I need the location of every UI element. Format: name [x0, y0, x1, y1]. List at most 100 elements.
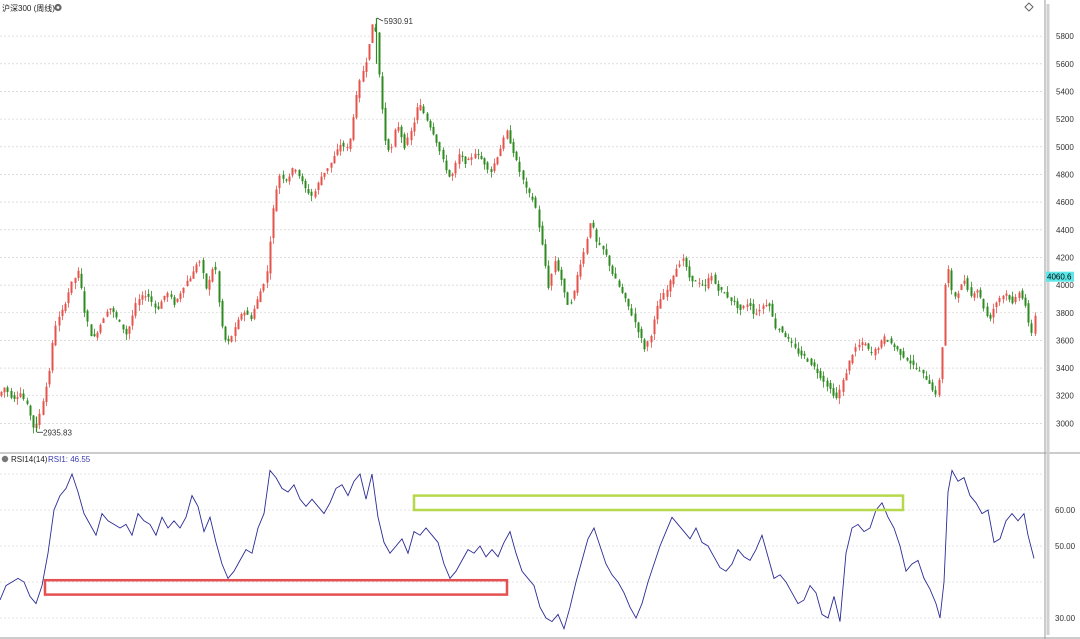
candle-body — [973, 293, 976, 298]
candle-body — [522, 170, 525, 180]
candle-body — [509, 130, 512, 144]
candle-body — [506, 130, 509, 139]
candle-body — [854, 347, 857, 352]
candle-body — [992, 308, 995, 318]
candle-body — [896, 346, 899, 350]
candle-body — [195, 264, 198, 273]
candle-body — [496, 157, 499, 165]
candle-body — [928, 380, 931, 384]
current-price-badge: 4060.6 — [1046, 271, 1074, 282]
candle-body — [563, 278, 566, 293]
candle-body — [1014, 296, 1017, 303]
candle-body — [938, 379, 941, 396]
candle-body — [426, 113, 429, 121]
candle-body — [403, 134, 406, 149]
candle-body — [749, 303, 752, 307]
candle-body — [1024, 297, 1027, 306]
candle-body — [115, 312, 118, 318]
price-tick-label: 5200 — [1056, 115, 1074, 124]
candle-body — [902, 351, 905, 358]
candle-body — [243, 312, 246, 316]
candle-body — [22, 393, 25, 399]
candle-body — [970, 287, 973, 296]
rsi-tick-label: 30.00 — [1055, 614, 1076, 623]
indicator-settings-icon[interactable] — [1, 455, 9, 463]
candle-body — [893, 344, 896, 348]
candle-body — [685, 257, 688, 267]
candle-body — [525, 181, 528, 188]
gear-icon[interactable] — [54, 3, 62, 12]
candle-body — [131, 315, 134, 326]
candle-body — [826, 380, 829, 387]
candle-body — [112, 308, 115, 313]
candle-body — [144, 296, 147, 298]
candle-body — [998, 298, 1001, 303]
candle-body — [157, 306, 160, 309]
candle-body — [147, 293, 150, 297]
candle-body — [618, 280, 621, 287]
candle-body — [682, 258, 685, 261]
candle-body — [723, 292, 726, 294]
candle-body — [381, 76, 384, 110]
candle-body — [576, 275, 579, 293]
candle-body — [301, 176, 304, 182]
candle-body — [966, 278, 969, 290]
candle-body — [42, 401, 45, 415]
candle-body — [1034, 315, 1037, 334]
candle-body — [570, 302, 573, 304]
candle-body — [406, 137, 409, 145]
candle-body — [234, 327, 237, 337]
candle-body — [346, 147, 349, 149]
price-tick-label: 3800 — [1056, 309, 1074, 318]
candle-body — [528, 188, 531, 193]
candle-body — [106, 311, 109, 317]
candle-body — [128, 326, 131, 334]
candle-body — [778, 329, 781, 331]
candle-body — [806, 358, 809, 362]
candle-body — [96, 332, 99, 338]
candle-body — [262, 283, 265, 291]
candle-body — [278, 175, 281, 189]
candle-body — [368, 44, 371, 60]
candle-body — [182, 287, 185, 294]
candle-body — [166, 292, 169, 298]
candle-body — [931, 382, 934, 391]
candle-body — [77, 270, 80, 279]
candle-body — [29, 405, 32, 416]
candle-body — [541, 225, 544, 245]
candle-body — [186, 280, 189, 286]
candle-body — [787, 337, 790, 339]
candle-body — [842, 380, 845, 392]
candle-body — [1018, 292, 1021, 298]
candle-body — [742, 305, 745, 309]
stock-chart[interactable]: 沪深300 (周线) 3000 3200 3400 3600 3800 4000 4200 4… — [0, 0, 1080, 639]
candle-body — [371, 24, 374, 43]
candle-body — [208, 279, 211, 290]
candle-body — [995, 302, 998, 308]
candle-body — [307, 189, 310, 194]
candle-body — [566, 292, 569, 305]
candle-body — [848, 360, 851, 371]
candle-body — [918, 370, 921, 372]
candle-body — [640, 328, 643, 338]
candle-body — [259, 291, 262, 303]
price-tick-label: 3200 — [1056, 392, 1074, 401]
candle-body — [93, 334, 96, 337]
candle-body — [870, 351, 873, 353]
candle-body — [173, 297, 176, 305]
candle-body — [397, 127, 400, 131]
candle-body — [470, 157, 473, 160]
candle-body — [154, 303, 157, 308]
candle-body — [502, 137, 505, 149]
candle-body — [445, 160, 448, 171]
candle-body — [701, 284, 704, 286]
candle-body — [851, 354, 854, 364]
candle-body — [416, 107, 419, 121]
candle-body — [758, 309, 761, 312]
candle-body — [486, 162, 489, 170]
candle-body — [858, 344, 861, 348]
candle-body — [480, 155, 483, 160]
candle-body — [176, 298, 179, 302]
candle-body — [19, 393, 22, 397]
candle-body — [54, 325, 57, 346]
